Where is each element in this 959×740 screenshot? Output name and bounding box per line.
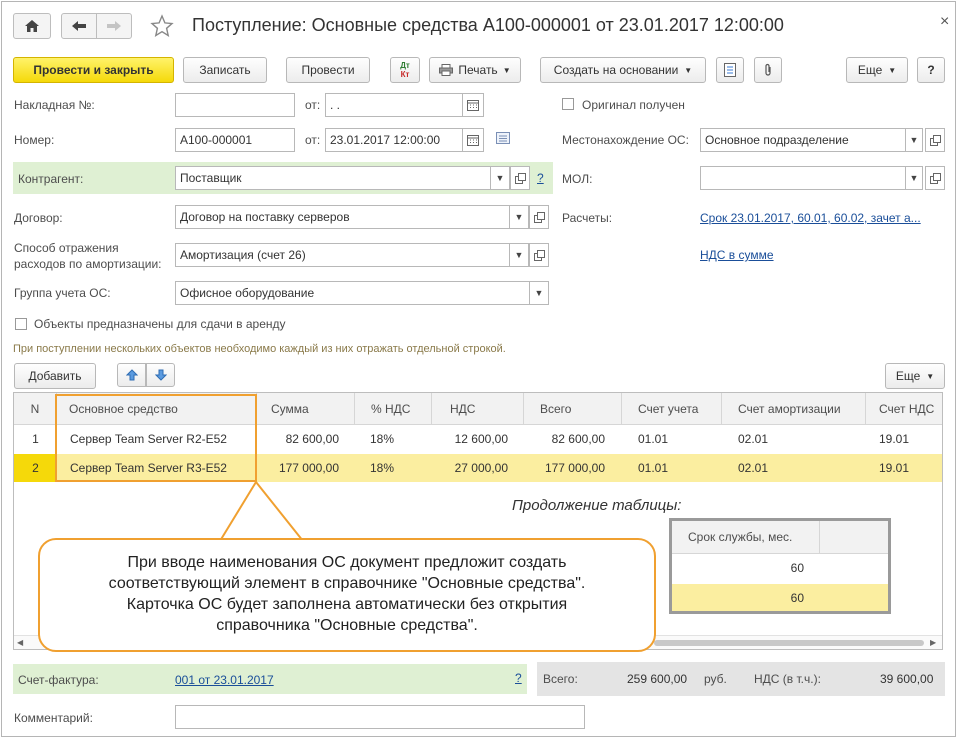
pointer-base-mask (222, 540, 302, 544)
callout-note: При вводе наименования ОС документ предл… (38, 538, 656, 652)
invoice-help-link[interactable]: ? (515, 671, 522, 685)
invoice-label: Счет-фактура: (18, 673, 99, 687)
total-vat-label: НДС (в т.ч.): (754, 672, 821, 686)
currency-label: руб. (704, 672, 727, 686)
callout-line-2: соответствующий элемент в справочнике "О… (108, 575, 586, 592)
callout-line-4: справочника "Основные средства". (216, 617, 478, 634)
comment-label: Комментарий: (14, 711, 93, 725)
total-vat-value: 39 600,00 (880, 672, 934, 686)
total-value: 259 600,00 (627, 672, 688, 686)
table-row-selected[interactable]: 60 (672, 584, 888, 611)
continuation-table: Срок службы, мес. 60 60 (669, 518, 891, 614)
continuation-header-row: Срок службы, мес. (672, 521, 888, 554)
invoice-link[interactable]: 001 от 23.01.2017 (175, 673, 274, 687)
callout-line-1: При вводе наименования ОС документ предл… (127, 554, 567, 571)
cell-service-life: 60 (790, 590, 804, 605)
total-label: Всего: (543, 672, 578, 686)
continuation-caption: Продолжение таблицы: (512, 497, 682, 514)
comment-field[interactable] (175, 705, 585, 729)
callout-line-3: Карточка ОС будет заполнена автоматическ… (126, 596, 568, 613)
column-header-service-life[interactable]: Срок службы, мес. (672, 521, 820, 553)
cell-service-life: 60 (790, 561, 804, 575)
